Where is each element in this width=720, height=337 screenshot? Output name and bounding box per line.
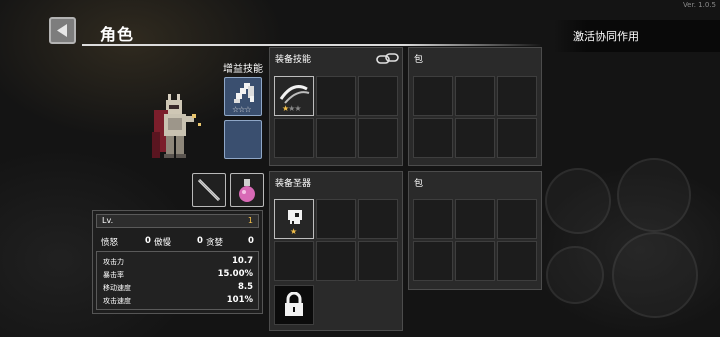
bag-slot[interactable] [413, 199, 453, 239]
skill-slot-3[interactable] [358, 76, 398, 116]
trait-anger: 愤怒 [101, 238, 119, 248]
level-value: 1 [247, 216, 253, 225]
weapon-slot[interactable] [192, 173, 226, 207]
activate-synergy-label: 激活协同作用 [573, 30, 639, 43]
stats-panel: Lv. 1 愤怒 0 傲慢 0 贪婪 0 攻击力 10.7 暴击率 15.00% 移… [92, 210, 263, 314]
trait-pride: 傲慢 [154, 238, 172, 248]
equipped-relics-title: 装备圣器 [275, 179, 312, 189]
equipped-relics-grid: ★ [274, 199, 398, 281]
boost-skill-slot-1[interactable]: ☆☆☆ [224, 77, 262, 116]
relic-slot-6[interactable] [358, 241, 398, 281]
trait-greed-value: 0 [248, 236, 254, 246]
bg-skill-button [617, 158, 691, 232]
potion-icon [239, 179, 255, 202]
bg-item-button [546, 246, 604, 304]
relic-slot-3[interactable] [358, 199, 398, 239]
boost-skill-label: 增益技能 [223, 64, 263, 75]
trait-anger-value: 0 [145, 236, 151, 246]
relic-slot-5[interactable] [316, 241, 356, 281]
version-label: Ver. 1.0.5 [682, 1, 716, 9]
skill-slot-4[interactable] [274, 118, 314, 158]
stat-attack: 攻击力 10.7 [103, 256, 253, 266]
boost-skill-stars: ☆☆☆ [232, 105, 252, 114]
bag-slot[interactable] [455, 199, 495, 239]
bag-slot[interactable] [455, 118, 495, 158]
bag-bottom-title: 包 [414, 179, 424, 189]
page-title: 角色 [100, 25, 135, 44]
bag-slot[interactable] [497, 118, 537, 158]
skull-icon [288, 210, 302, 224]
bag-slot[interactable] [455, 76, 495, 116]
relic-stars: ★ [290, 227, 297, 236]
bag-bottom-grid [413, 199, 537, 281]
sword-icon [197, 178, 221, 202]
bg-dash-button [545, 168, 611, 234]
bag-slot[interactable] [413, 76, 453, 116]
bag-slot[interactable] [497, 241, 537, 281]
trait-greed: 贪婪 [206, 238, 224, 248]
stat-list: 攻击力 10.7 暴击率 15.00% 移动速度 8.5 攻击速度 101% [96, 251, 259, 310]
skill-slot-1[interactable]: ★★★ [274, 76, 314, 116]
pixel-arm-icon [234, 83, 254, 103]
boost-skill-slot-2[interactable] [224, 120, 262, 159]
stat-move-speed: 移动速度 8.5 [103, 282, 253, 292]
equipped-skills-title: 装备技能 [275, 55, 312, 65]
skill-stars: ★★★ [282, 104, 302, 113]
bg-attack-button [612, 232, 698, 318]
title-divider [82, 44, 542, 46]
bag-top-grid [413, 76, 537, 158]
relic-slot-2[interactable] [316, 199, 356, 239]
stat-attack-speed: 攻击速度 101% [103, 295, 253, 305]
level-row: Lv. 1 [96, 214, 259, 228]
relic-slot-1[interactable]: ★ [274, 199, 314, 239]
bag-slot[interactable] [497, 76, 537, 116]
equipped-skills-grid: ★★★ [274, 76, 398, 158]
bag-slot[interactable] [413, 118, 453, 158]
locked-relic-slot[interactable] [274, 285, 314, 325]
bag-slot[interactable] [413, 241, 453, 281]
bag-slot[interactable] [497, 199, 537, 239]
bag-slot[interactable] [455, 241, 495, 281]
lock-icon [285, 292, 303, 316]
skill-slot-2[interactable] [316, 76, 356, 116]
stat-crit-rate: 暴击率 15.00% [103, 269, 253, 279]
level-label: Lv. [102, 216, 114, 225]
skill-slot-5[interactable] [316, 118, 356, 158]
hero-character [152, 94, 201, 158]
activate-synergy-button[interactable]: 激活协同作用 [553, 20, 720, 52]
potion-slot[interactable] [230, 173, 264, 207]
relic-slot-4[interactable] [274, 241, 314, 281]
skill-slot-6[interactable] [358, 118, 398, 158]
bag-top-title: 包 [414, 55, 424, 65]
trait-pride-value: 0 [197, 236, 203, 246]
chain-link-icon[interactable] [376, 52, 400, 66]
back-button[interactable] [49, 17, 76, 44]
back-arrow-icon [57, 24, 67, 37]
